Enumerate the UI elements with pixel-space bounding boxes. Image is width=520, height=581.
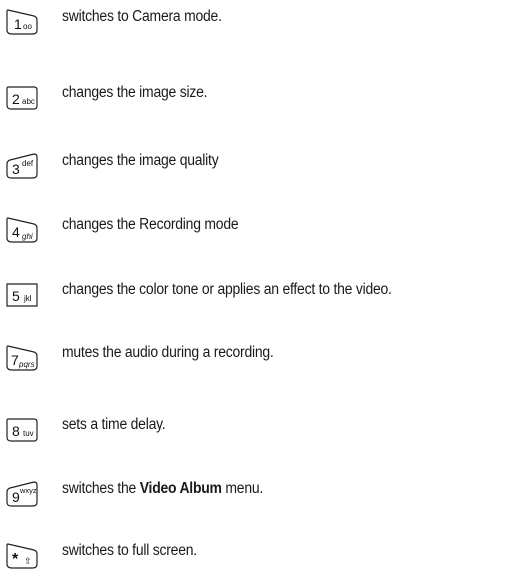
item-description: changes the color tone or applies an eff… <box>62 281 392 298</box>
svg-text:oo: oo <box>23 22 32 31</box>
item-description: switches to full screen. <box>62 542 197 559</box>
key-4-icon: 4 ghi <box>4 216 40 243</box>
svg-text:9: 9 <box>12 489 20 505</box>
svg-text:wxyz: wxyz <box>19 486 37 495</box>
item-description: changes the image quality <box>62 152 219 169</box>
key-7-icon: 7 pqrs <box>4 344 40 371</box>
svg-text:1: 1 <box>14 16 22 32</box>
key-8-icon: 8 tuv <box>4 416 40 442</box>
list-item: 7 pqrs mutes the audio during a recordin… <box>0 340 520 380</box>
list-item: 4 ghi changes the Recording mode <box>0 212 520 252</box>
key-5-icon: 5 jkl <box>4 281 40 307</box>
svg-text:5: 5 <box>12 288 20 304</box>
key-3-icon: 3 def <box>4 152 40 179</box>
list-item: 2 abc changes the image size. <box>0 80 520 120</box>
item-description: switches the Video Album menu. <box>62 480 263 498</box>
item-description: sets a time delay. <box>62 416 166 433</box>
item-description: mutes the audio during a recording. <box>62 344 274 361</box>
svg-text:jkl: jkl <box>23 294 32 303</box>
svg-text:4: 4 <box>12 224 20 240</box>
list-item: 9 wxyz switches the Video Album menu. <box>0 476 520 516</box>
svg-text:tuv: tuv <box>23 429 34 438</box>
svg-text:pqrs: pqrs <box>18 360 35 369</box>
list-item: 3 def changes the image quality <box>0 148 520 188</box>
svg-text:*: * <box>12 551 19 568</box>
list-item: 5 jkl changes the color tone or applies … <box>0 277 520 317</box>
svg-text:7: 7 <box>11 352 19 368</box>
list-item: 8 tuv sets a time delay. <box>0 412 520 452</box>
list-item: 1 oo switches to Camera mode. <box>0 4 520 44</box>
key-star-icon: * ⇧ <box>4 542 40 569</box>
svg-text:8: 8 <box>12 423 20 439</box>
text-after: menu. <box>221 480 264 497</box>
svg-text:abc: abc <box>22 97 35 106</box>
text-before: switches the <box>62 480 140 497</box>
svg-text:⇧: ⇧ <box>24 556 32 566</box>
item-description: changes the Recording mode <box>62 216 239 233</box>
video-album-label: Video Album <box>139 480 222 497</box>
svg-text:2: 2 <box>12 91 20 107</box>
key-1-icon: 1 oo <box>4 8 40 35</box>
item-description: changes the image size. <box>62 84 208 101</box>
svg-text:3: 3 <box>12 161 20 177</box>
svg-text:def: def <box>22 159 34 168</box>
svg-text:ghi: ghi <box>22 232 33 241</box>
key-9-icon: 9 wxyz <box>4 480 40 507</box>
item-description: switches to Camera mode. <box>62 8 222 25</box>
key-2-icon: 2 abc <box>4 84 40 110</box>
list-item: * ⇧ switches to full screen. <box>0 538 520 578</box>
